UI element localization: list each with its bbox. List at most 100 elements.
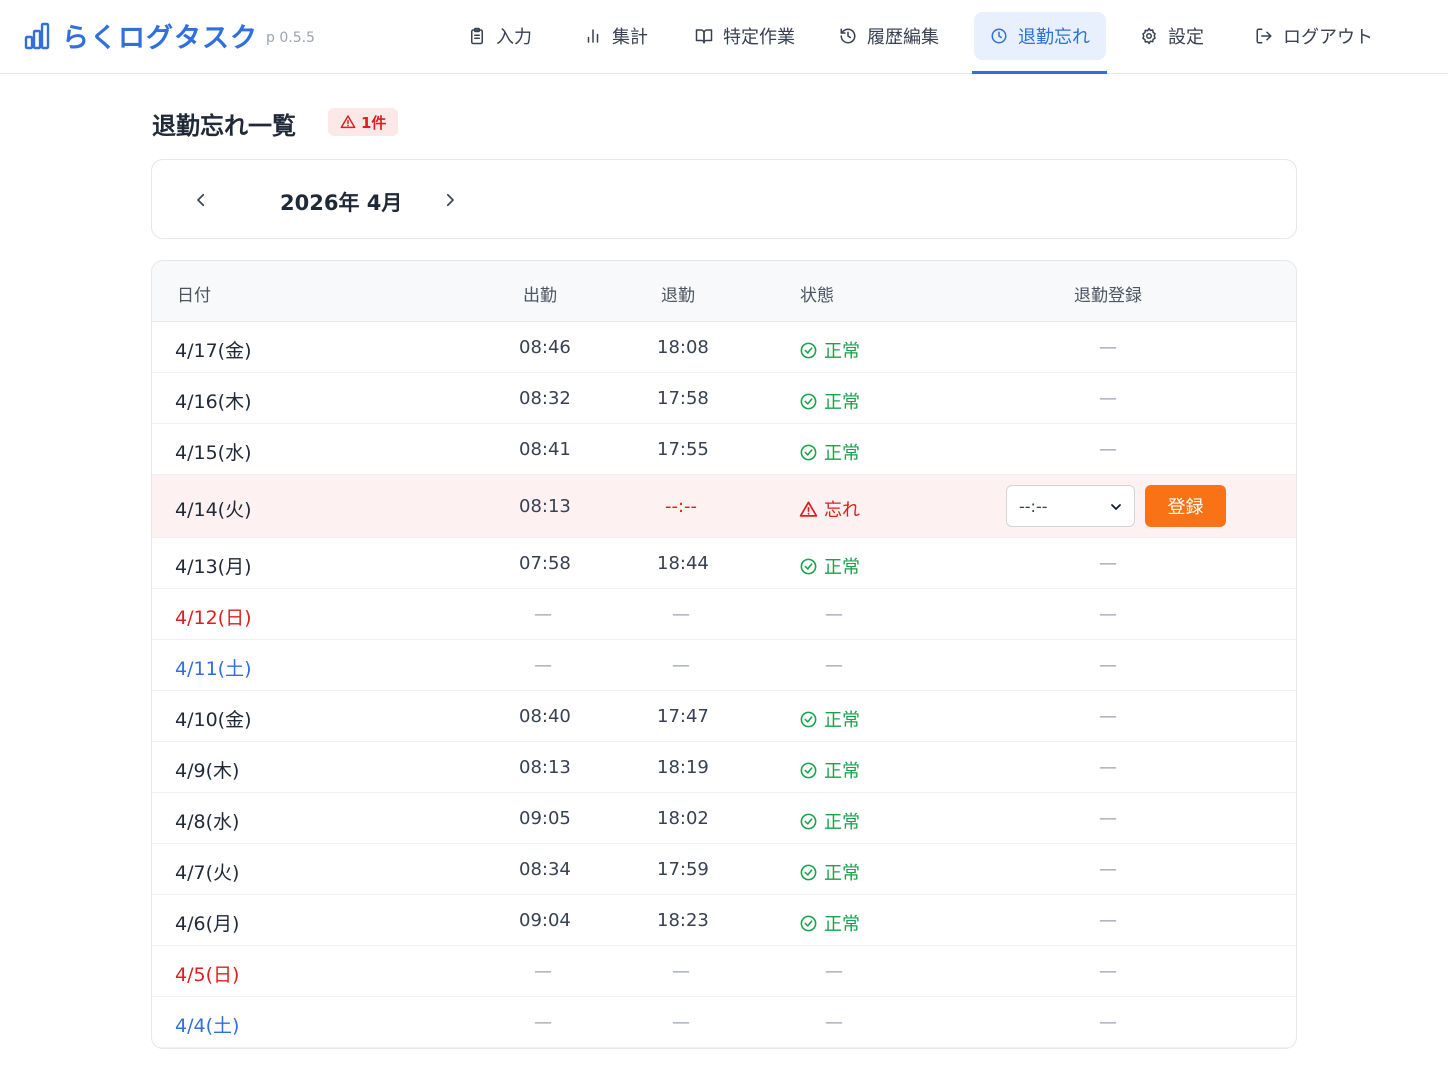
status-label: 正常 (824, 863, 860, 884)
gear-icon (1142, 27, 1156, 45)
row-clock-out: 17:47 (657, 706, 709, 727)
status-ok: 正常 (799, 757, 860, 783)
row-date: 4/5(日) (175, 964, 240, 986)
check-circle-icon (800, 915, 817, 931)
active-tab-indicator (972, 71, 1107, 74)
nav-item-forgot-clockout[interactable]: 退勤忘れ (974, 12, 1106, 60)
row-clock-in: 08:41 (519, 439, 571, 460)
chevron-left-icon (197, 193, 205, 207)
warning-triangle-icon (799, 501, 818, 517)
status-ok: 正常 (799, 859, 860, 885)
status-label: 忘れ (824, 500, 860, 521)
warning-triangle-icon (340, 115, 356, 129)
row-clock-out: --:-- (664, 496, 698, 517)
row-date: 4/15(水) (175, 442, 252, 464)
next-month-button[interactable] (436, 186, 464, 214)
row-clock-in: 08:34 (519, 859, 571, 880)
row-clock-out: 18:08 (657, 337, 709, 358)
row-clock-in: 08:40 (519, 706, 571, 727)
status-ok: 正常 (799, 553, 860, 579)
status-ok: 正常 (799, 706, 860, 732)
check-circle-icon (800, 342, 817, 358)
register-empty: — (1099, 808, 1117, 829)
row-clock-in: 09:05 (519, 808, 571, 829)
history-icon (840, 28, 856, 44)
nav-item-input[interactable]: 入力 (452, 12, 548, 60)
row-date: 4/10(金) (175, 709, 252, 731)
check-circle-icon (800, 558, 817, 574)
row-clock-in: 08:13 (519, 757, 571, 778)
status-none: — (825, 961, 843, 982)
table-row: 4/16(木) 08:32 17:58 正常 — (152, 373, 1296, 424)
header-register: 退勤登録 (1074, 286, 1142, 306)
row-date: 4/12(日) (175, 607, 252, 629)
row-clock-out: 17:58 (657, 388, 709, 409)
top-navigation-bar: らくログタスク p 0.5.5 入力 集計 特定作業 履歴編集 退勤忘れ 設定 … (0, 0, 1448, 74)
register-empty: — (1099, 961, 1117, 982)
row-date: 4/9(木) (175, 760, 240, 782)
status-ok: 正常 (799, 910, 860, 936)
nav-item-logout[interactable]: ログアウト (1239, 12, 1389, 60)
row-clock-in: 09:04 (519, 910, 571, 931)
clock-icon (991, 28, 1007, 44)
time-select-value: --:-- (1019, 496, 1048, 516)
row-clock-in: — (534, 961, 552, 982)
table-row: 4/6(月) 09:04 18:23 正常 — (152, 895, 1296, 946)
nav-item-summary[interactable]: 集計 (568, 12, 664, 60)
row-clock-out: — (672, 655, 690, 676)
status-ok: 正常 (799, 808, 860, 834)
status-label: 正常 (824, 812, 860, 833)
row-clock-out: 17:55 (657, 439, 709, 460)
row-date: 4/8(水) (175, 811, 240, 833)
status-none: — (825, 1012, 843, 1033)
status-ok: 正常 (799, 439, 860, 465)
row-clock-out: — (672, 1012, 690, 1033)
clockout-time-select[interactable]: --:-- (1006, 485, 1135, 527)
status-label: 正常 (824, 341, 860, 362)
nav-item-settings[interactable]: 設定 (1124, 12, 1220, 60)
row-date: 4/17(金) (175, 340, 252, 362)
table-header: 日付 出勤 退勤 状態 退勤登録 (152, 261, 1296, 322)
status-label: 正常 (824, 443, 860, 464)
table-row: 4/9(木) 08:13 18:19 正常 — (152, 742, 1296, 793)
row-clock-in: — (534, 604, 552, 625)
row-date: 4/7(火) (175, 862, 240, 884)
header-clock-in: 出勤 (523, 286, 557, 306)
row-clock-out: 18:44 (657, 553, 709, 574)
table-row: 4/14(火) 08:13 --:-- 忘れ --:-- 登録 (152, 475, 1296, 538)
register-empty: — (1099, 604, 1117, 625)
register-button[interactable]: 登録 (1145, 485, 1226, 527)
logout-icon (1256, 28, 1272, 44)
register-empty: — (1099, 655, 1117, 676)
nav-item-specific-work[interactable]: 特定作業 (679, 12, 811, 60)
table-row: 4/12(日) — — — — (152, 589, 1296, 640)
row-clock-out: 17:59 (657, 859, 709, 880)
app-version: p 0.5.5 (266, 30, 315, 46)
status-none: — (825, 655, 843, 676)
header-date: 日付 (177, 286, 211, 306)
nav-item-label: 履歴編集 (867, 27, 939, 48)
prev-month-button[interactable] (187, 186, 215, 214)
nav-item-history-edit[interactable]: 履歴編集 (823, 12, 955, 60)
table-row: 4/13(月) 07:58 18:44 正常 — (152, 538, 1296, 589)
row-clock-out: — (672, 961, 690, 982)
register-empty: — (1099, 553, 1117, 574)
forgot-count-badge: 1件 (328, 108, 399, 136)
check-circle-icon (800, 762, 817, 778)
table-row: 4/11(土) — — — — (152, 640, 1296, 691)
nav-item-label: 集計 (612, 27, 648, 48)
header-status: 状態 (800, 286, 834, 306)
brand[interactable]: らくログタスク (24, 16, 258, 55)
status-ok: 正常 (799, 388, 860, 414)
nav-item-label: 退勤忘れ (1018, 27, 1090, 48)
check-circle-icon (800, 444, 817, 460)
status-none: — (825, 604, 843, 625)
bar-chart-icon (587, 29, 599, 43)
nav-item-label: 特定作業 (723, 27, 795, 48)
table-row: 4/8(水) 09:05 18:02 正常 — (152, 793, 1296, 844)
row-date: 4/13(月) (175, 556, 252, 578)
register-empty: — (1099, 337, 1117, 358)
row-clock-in: 07:58 (519, 553, 571, 574)
month-selector: 2026年 4月 (151, 159, 1297, 239)
book-open-icon (695, 29, 713, 44)
